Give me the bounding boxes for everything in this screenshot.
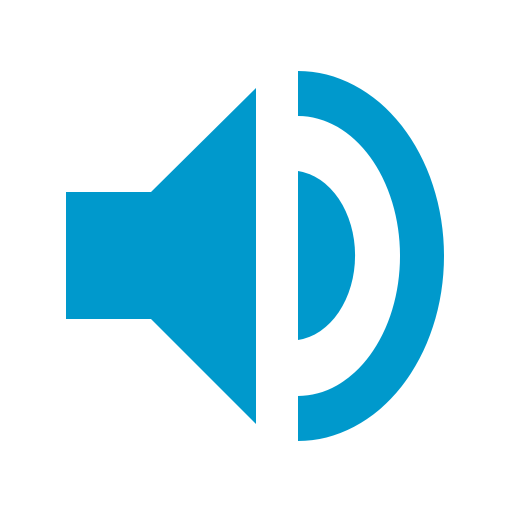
speaker-volume-icon (66, 71, 444, 441)
speaker-body-icon (66, 88, 256, 424)
speaker-volume-icon-canvas (0, 0, 512, 512)
sound-wave-inner-icon (298, 171, 356, 340)
